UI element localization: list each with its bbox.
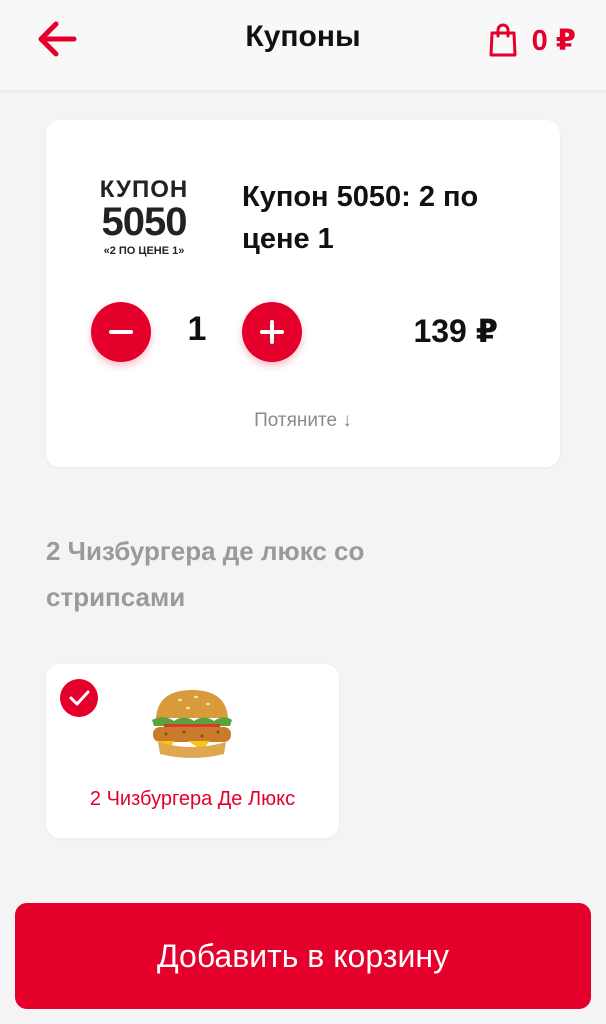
coupon-title: Купон 5050: 2 по цене 1 [242, 181, 479, 255]
add-to-cart-button[interactable]: Добавить в корзину [15, 903, 591, 1009]
decrease-quantity-button[interactable] [91, 302, 151, 362]
option-label: 2 Чизбургера Де Люкс [89, 788, 296, 810]
coupon-logo-line3: «2 ПО ЦЕНЕ 1» [103, 245, 185, 257]
pull-hint: Потяните ↓ [254, 410, 352, 431]
coupon-logo-line1: КУПОН [99, 176, 189, 203]
cart-total: 0 ₽ [531, 24, 576, 57]
increase-quantity-button[interactable] [242, 302, 302, 362]
section-title: 2 Чизбургера де люкс со стрипсами [46, 536, 365, 612]
coupon-card: КУПОН 5050 «2 ПО ЦЕНЕ 1» Купон 5050: 2 п… [46, 120, 560, 467]
coupon-price: 139 ₽ [413, 313, 498, 349]
plus-icon [260, 320, 284, 344]
checkmark-icon [69, 690, 90, 706]
quantity-value: 1 [187, 310, 207, 348]
shopping-bag-icon [489, 23, 517, 57]
minus-icon [109, 330, 133, 334]
selected-check [60, 679, 98, 717]
option-card[interactable]: 2 Чизбургера Де Люкс [46, 664, 339, 838]
coupon-logo: КУПОН 5050 «2 ПО ЦЕНЕ 1» [94, 178, 194, 258]
header: Купоны 0 ₽ [0, 0, 606, 90]
coupon-logo-line2: 5050 [101, 200, 188, 244]
burger-image [152, 690, 232, 758]
cart-button[interactable]: 0 ₽ [488, 18, 576, 62]
